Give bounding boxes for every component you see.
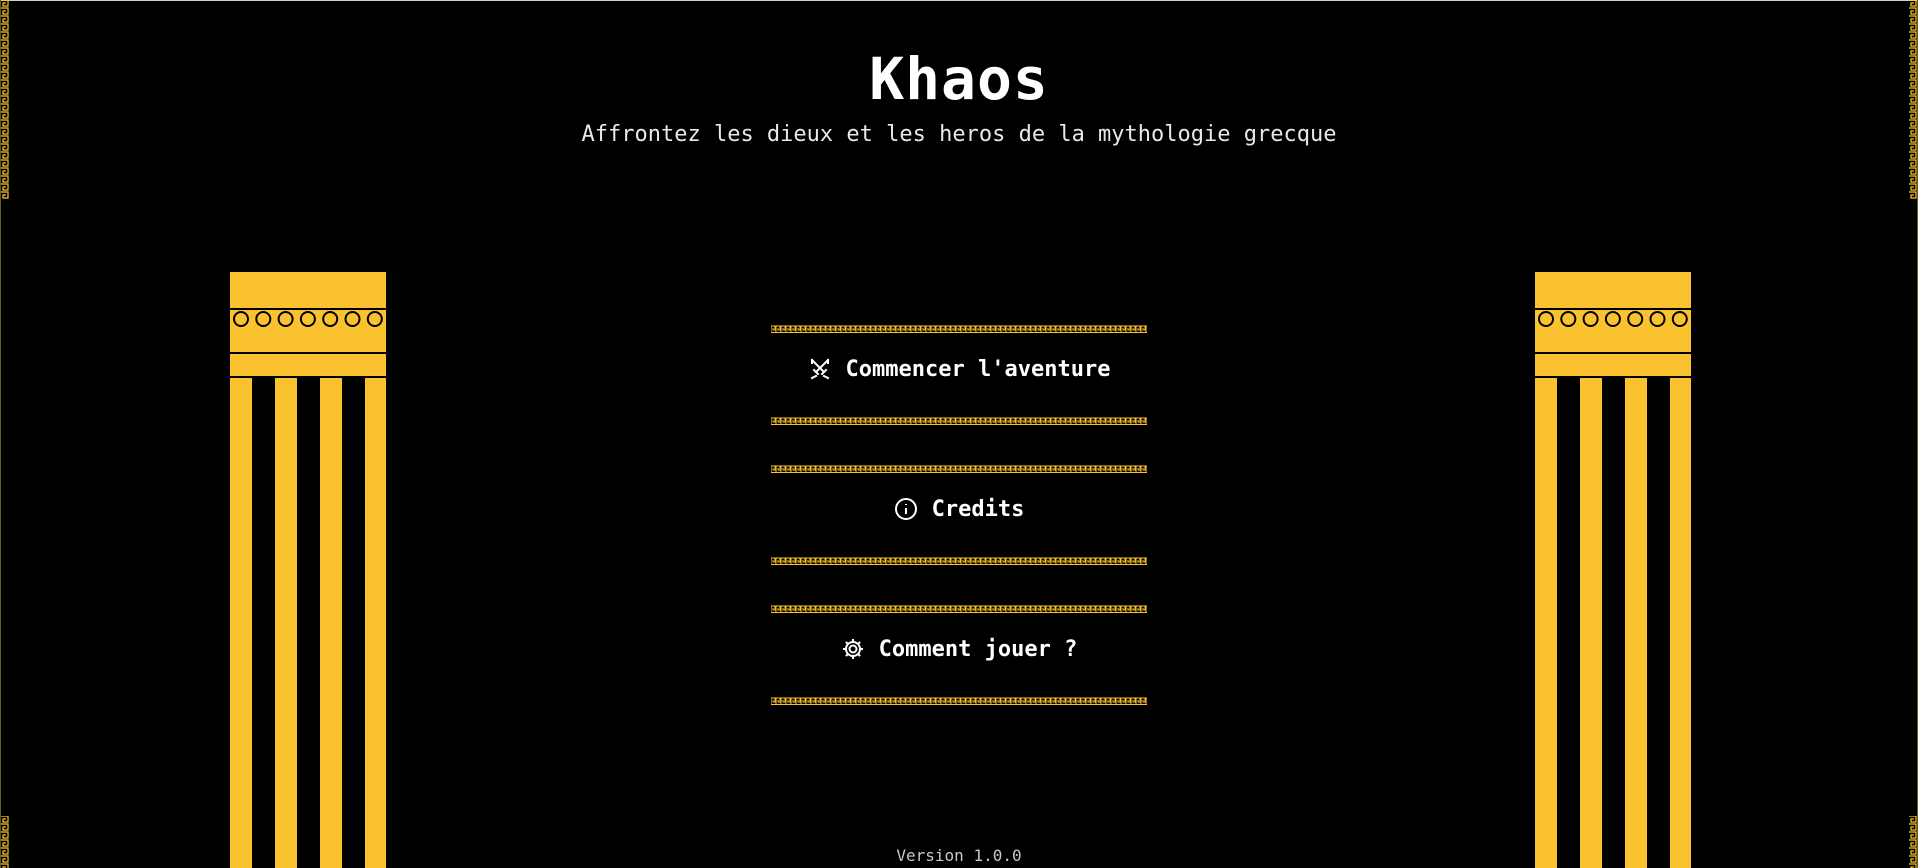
greek-key-divider [770,598,1151,613]
info-icon [894,497,918,521]
greek-key-divider [770,690,1151,705]
how-to-play-label: Comment jouer ? [878,636,1078,662]
version-label: Version 1.0.0 [896,846,1022,865]
gear-icon [841,637,865,661]
menu-item-how-to-play: Comment jouer ? [770,598,1151,738]
greek-column-left [230,272,386,868]
greek-key-divider [770,458,1151,473]
menu-item-start: Commencer l'aventure [770,318,1151,458]
main-menu: Commencer l'aventure Credits Comment jou… [770,318,1151,738]
greek-key-divider [770,318,1151,333]
credits-button[interactable]: Credits [771,478,1147,540]
greek-key-divider [770,410,1151,425]
credits-label: Credits [931,496,1025,522]
start-adventure-label: Commencer l'aventure [845,356,1111,382]
greek-column-right [1535,272,1691,868]
window-top-border [0,0,1918,1]
game-subtitle: Affrontez les dieux et les heros de la m… [581,122,1337,147]
menu-item-credits: Credits [770,458,1151,598]
greek-key-divider [770,550,1151,565]
game-title: Khaos [869,44,1049,113]
how-to-play-button[interactable]: Comment jouer ? [771,618,1147,680]
start-adventure-button[interactable]: Commencer l'aventure [771,338,1147,400]
crossed-swords-icon [808,357,832,381]
